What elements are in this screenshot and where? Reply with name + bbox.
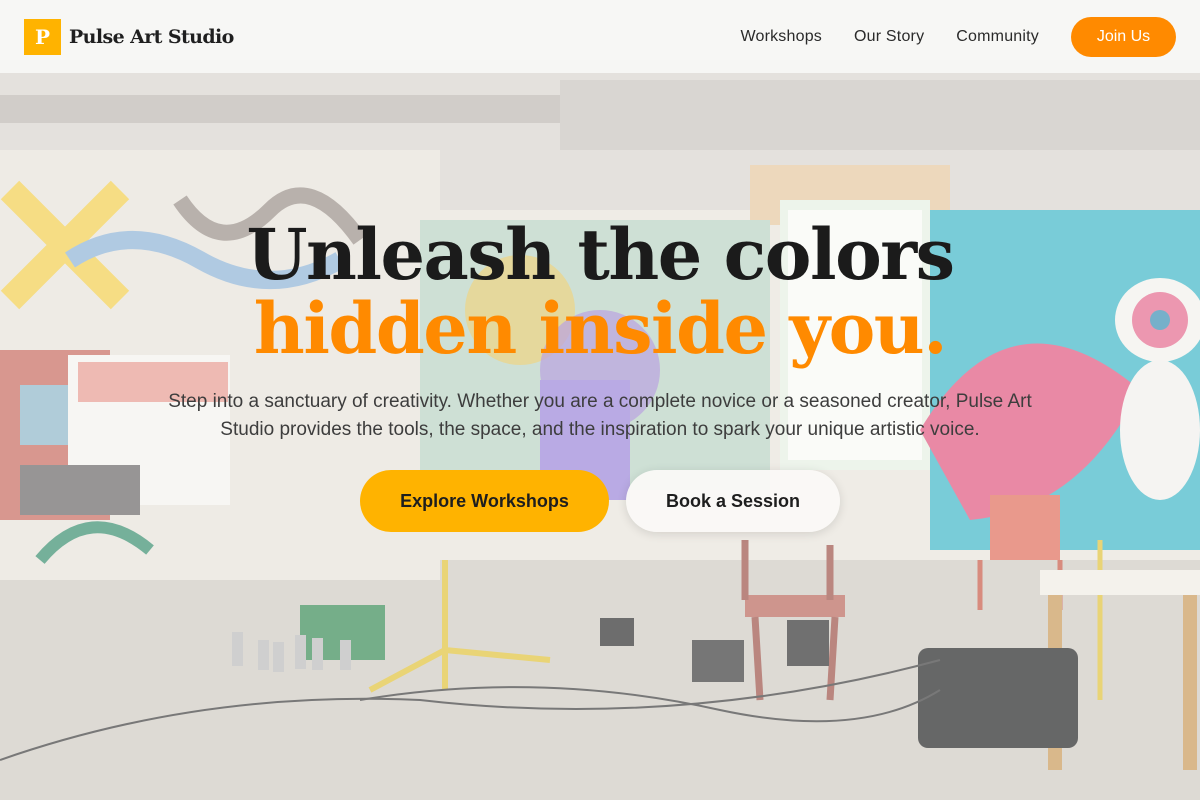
nav-link-our-story[interactable]: Our Story [854,28,924,46]
hero-subtitle: Step into a sanctuary of creativity. Whe… [168,391,1032,440]
hero-section: Unleash the colors hidden inside you. St… [0,218,1200,532]
hero-title: Unleash the colors hidden inside you. [246,213,955,370]
brand-logo-link[interactable]: P Pulse Art Studio [24,18,234,55]
hero-title-line2: hidden inside you. [253,287,948,370]
nav-link-community[interactable]: Community [956,28,1039,46]
nav-link-workshops[interactable]: Workshops [740,28,822,46]
explore-workshops-button[interactable]: Explore Workshops [360,470,609,532]
book-session-button[interactable]: Book a Session [626,470,840,532]
main-nav: Workshops Our Story Community Join Us [740,16,1176,57]
site-header: P Pulse Art Studio Workshops Our Story C… [0,0,1200,73]
brand-name: Pulse Art Studio [69,25,234,48]
hero-title-line1: Unleash the colors [246,213,955,296]
logo-badge-icon: P [24,18,61,55]
hero-cta-group: Explore Workshops Book a Session [360,470,840,532]
join-us-button[interactable]: Join Us [1071,16,1176,57]
